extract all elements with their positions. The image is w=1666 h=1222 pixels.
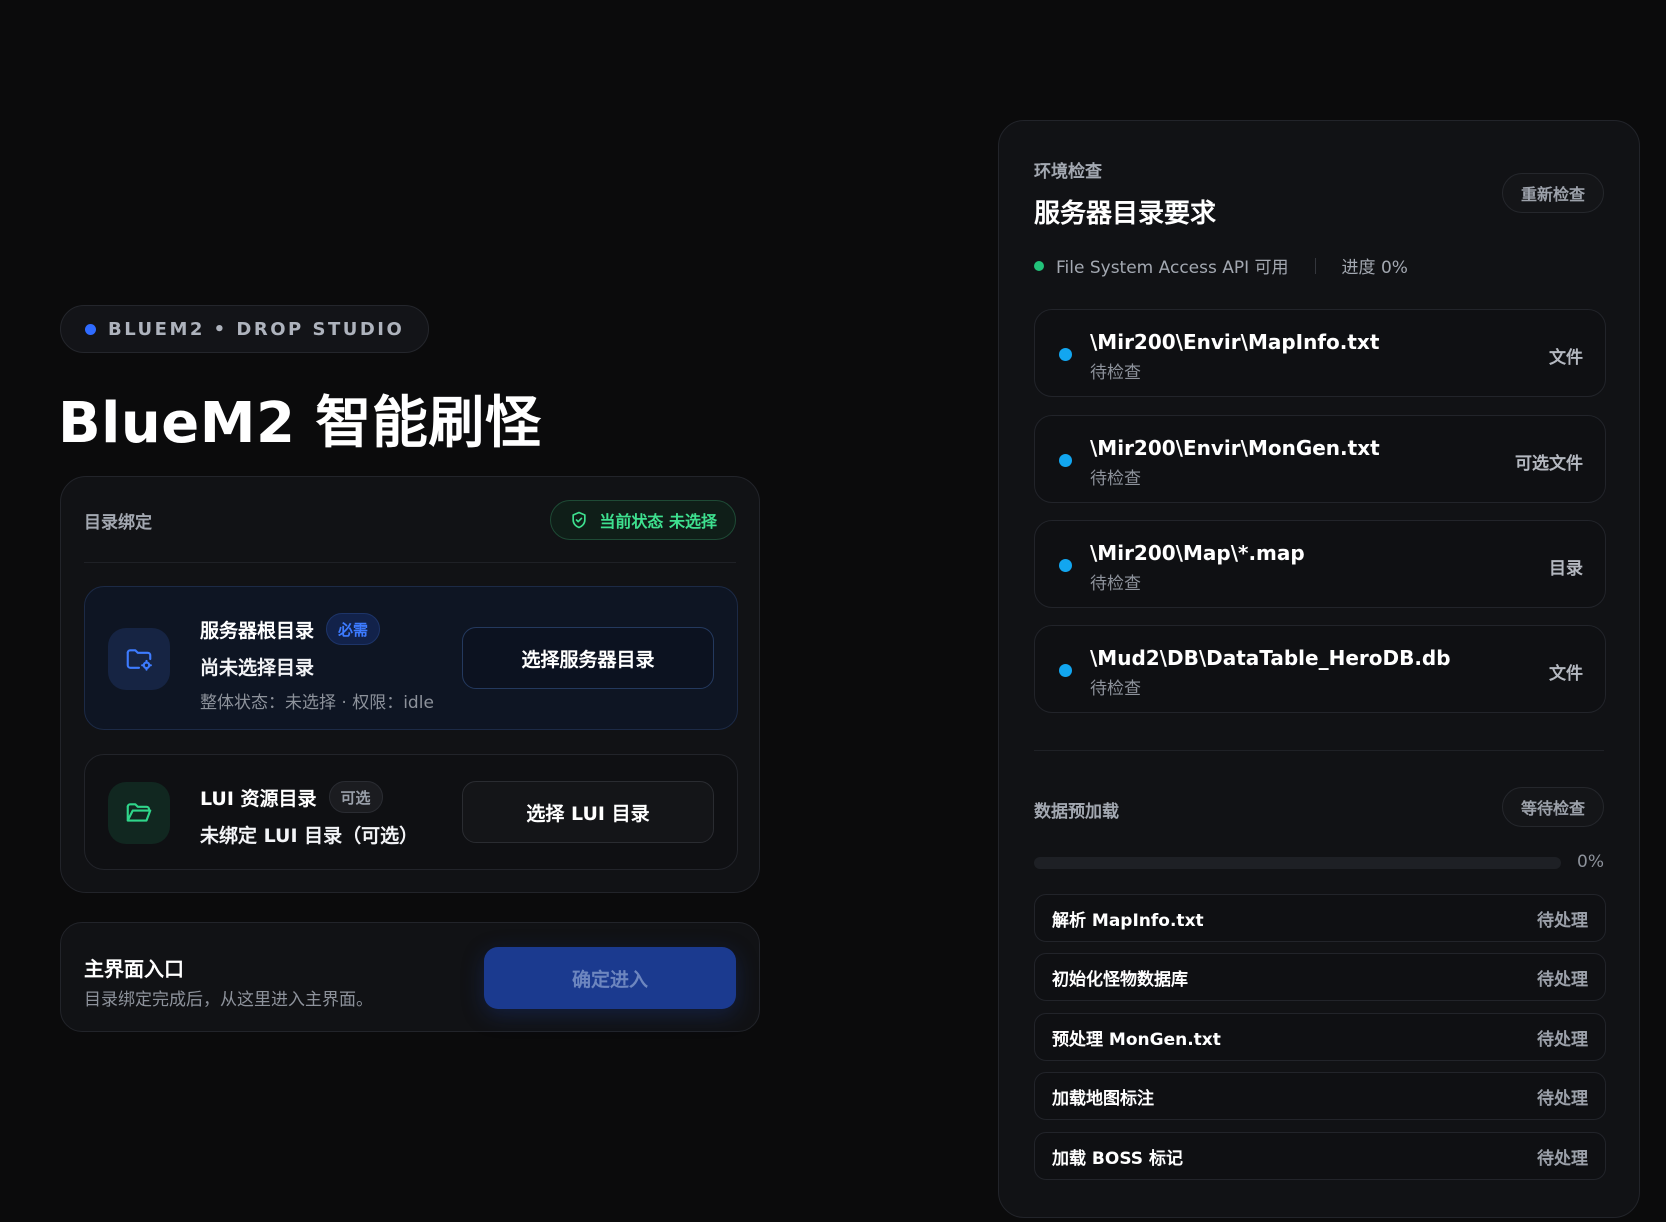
main-entry-title: 主界面入口 [84,957,184,981]
requirement-item: \Mir200\Map\*.map 待检查 目录 [1034,520,1606,608]
requirement-path: \Mir200\Envir\MonGen.txt [1090,436,1380,460]
shield-check-icon [572,511,587,529]
preload-progress-percent: 0% [1577,852,1604,872]
requirement-item: \Mir200\Envir\MapInfo.txt 待检查 文件 [1034,309,1606,397]
directory-binding-card: 目录绑定 当前状态 未选择 服务器根目录 必需 尚未选择目录 整体状态：未选择 … [60,476,760,893]
required-badge: 必需 [326,613,381,645]
preload-task: 预处理 MonGen.txt 待处理 [1034,1013,1606,1061]
preload-section-label: 数据预加载 [1034,802,1119,822]
page-title: BlueM2 智能刷怪 [58,391,542,456]
preload-task: 加载地图标注 待处理 [1034,1072,1606,1120]
main-entry-card: 主界面入口 目录绑定完成后，从这里进入主界面。 确定进入 [60,922,760,1032]
status-badge: 当前状态 未选择 [550,500,736,540]
env-title: 服务器目录要求 [1034,199,1217,229]
task-state: 待处理 [1537,1088,1588,1109]
requirement-status: 待检查 [1090,574,1141,594]
task-state: 待处理 [1537,910,1588,931]
brand-label: BLUEM2 • DROP STUDIO [108,318,405,340]
task-name: 加载 BOSS 标记 [1052,1148,1183,1169]
requirement-path: \Mir200\Map\*.map [1090,541,1305,565]
pending-dot-icon [1059,559,1072,572]
preload-state-badge: 等待检查 [1501,787,1604,827]
server-directory-title: 服务器根目录 [200,619,315,642]
task-name: 解析 MapInfo.txt [1052,910,1204,931]
requirement-status: 待检查 [1090,469,1141,489]
requirement-status: 待检查 [1090,363,1141,383]
requirement-status: 待检查 [1090,679,1141,699]
lui-directory-text: LUI 资源目录 可选 未绑定 LUI 目录（可选） [200,781,418,848]
confirm-enter-button[interactable]: 确定进入 [484,947,736,1009]
server-directory-text: 服务器根目录 必需 尚未选择目录 整体状态：未选择 · 权限：idle [200,613,434,713]
task-name: 预处理 MonGen.txt [1052,1029,1221,1050]
divider [1034,750,1604,751]
status-badge-text: 当前状态 未选择 [599,512,717,531]
requirement-item: \Mir200\Envir\MonGen.txt 待检查 可选文件 [1034,415,1606,503]
requirement-type: 可选文件 [1515,454,1583,474]
folder-settings-icon [108,628,170,690]
task-name: 初始化怪物数据库 [1052,969,1188,990]
preload-task: 初始化怪物数据库 待处理 [1034,953,1606,1001]
task-state: 待处理 [1537,969,1588,990]
brand-pill: BLUEM2 • DROP STUDIO [60,305,430,353]
pending-dot-icon [1059,454,1072,467]
api-status-text: File System Access API 可用 [1056,258,1289,278]
preload-task: 加载 BOSS 标记 待处理 [1034,1132,1606,1180]
app-root: BLUEM2 • DROP STUDIO BlueM2 智能刷怪 目录绑定 当前… [0,0,1666,1222]
separator [1314,257,1316,274]
select-lui-directory-button[interactable]: 选择 LUI 目录 [462,781,714,843]
requirement-path: \Mir200\Envir\MapInfo.txt [1090,330,1380,354]
server-directory-value: 尚未选择目录 [200,657,315,679]
api-status-line: File System Access API 可用 进度 0% [1034,253,1408,278]
check-progress-text: 进度 0% [1341,258,1408,278]
requirement-item: \Mud2\DB\DataTable_HeroDB.db 待检查 文件 [1034,625,1606,713]
env-eyebrow: 环境检查 [1034,162,1102,182]
server-directory-row: 服务器根目录 必需 尚未选择目录 整体状态：未选择 · 权限：idle 选择服务… [84,586,738,730]
task-state: 待处理 [1537,1148,1588,1169]
api-status-dot-icon [1034,260,1044,271]
pending-dot-icon [1059,348,1072,361]
pending-dot-icon [1059,664,1072,677]
preload-progress-bar [1034,857,1561,869]
requirement-type: 文件 [1549,348,1583,368]
server-directory-meta: 整体状态：未选择 · 权限：idle [200,693,434,713]
preload-task: 解析 MapInfo.txt 待处理 [1034,894,1606,942]
task-state: 待处理 [1537,1029,1588,1050]
brand-dot-icon [85,323,96,335]
recheck-button[interactable]: 重新检查 [1501,173,1604,213]
folder-open-icon [108,782,170,844]
binding-section-label: 目录绑定 [84,512,152,533]
task-name: 加载地图标注 [1052,1088,1154,1109]
requirement-path: \Mud2\DB\DataTable_HeroDB.db [1090,646,1451,670]
environment-check-panel: 环境检查 服务器目录要求 重新检查 File System Access API… [998,120,1640,1218]
lui-directory-value: 未绑定 LUI 目录（可选） [200,825,419,847]
select-server-directory-button[interactable]: 选择服务器目录 [462,627,714,689]
binding-header: 目录绑定 当前状态 未选择 [84,500,736,540]
main-entry-subtitle: 目录绑定完成后，从这里进入主界面。 [84,990,373,1010]
optional-badge: 可选 [328,781,383,813]
requirement-type: 目录 [1549,559,1583,579]
divider [84,562,736,563]
lui-directory-title: LUI 资源目录 [200,787,317,810]
lui-directory-row: LUI 资源目录 可选 未绑定 LUI 目录（可选） 选择 LUI 目录 [84,754,738,870]
requirement-type: 文件 [1549,664,1583,684]
